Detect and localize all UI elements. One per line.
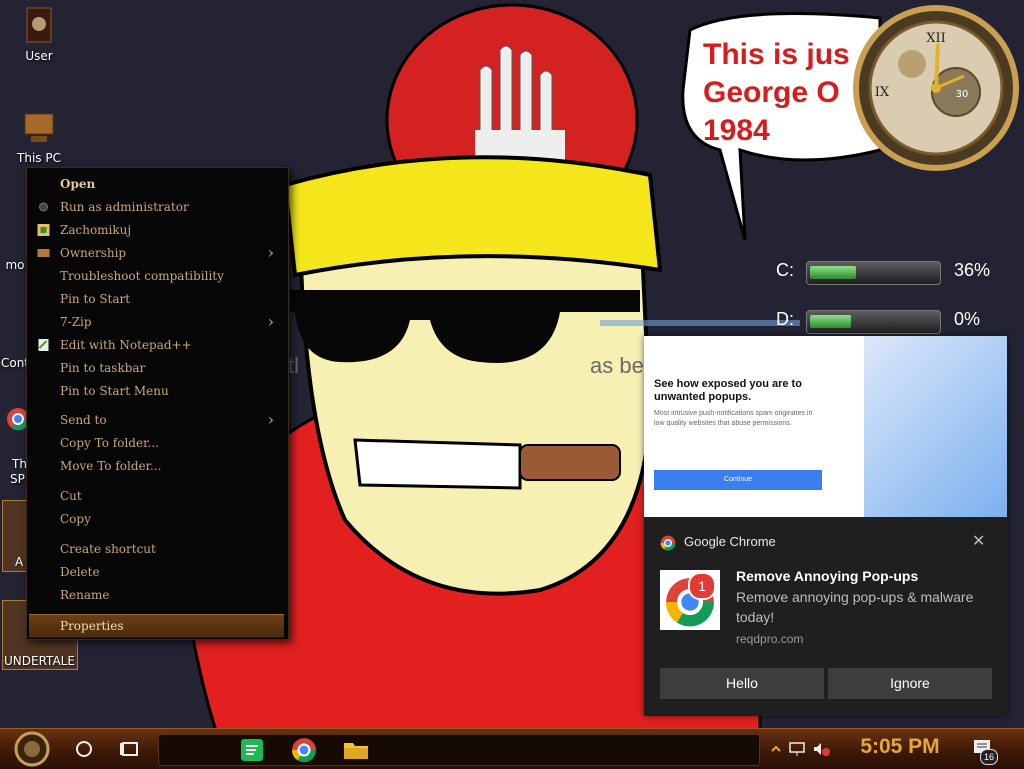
network-icon[interactable] (789, 741, 807, 757)
notification-app-name: Google Chrome (684, 534, 776, 549)
desktop-icon-label: This PC (17, 151, 61, 165)
desktop-icon-label: Th (12, 457, 27, 471)
promo-text: Most intrusive push-notifications spam o… (654, 410, 813, 427)
desktop-icon-label: SP (10, 472, 25, 486)
drive-label: C: (776, 260, 794, 280)
notepad-icon (38, 339, 49, 351)
speech-line-3: 1984 (703, 114, 770, 147)
notification-body: Remove annoying pop-ups & malware today! (736, 589, 974, 625)
search-circle-icon[interactable] (74, 739, 94, 759)
desktop-icon-a[interactable]: A (2, 500, 28, 572)
notification-source: reqdpro.com (736, 632, 804, 646)
notification-count-badge: 16 (980, 749, 998, 765)
clock-numeral-top: XII (926, 31, 946, 46)
drive-percent: 0% (954, 309, 981, 329)
notification-promo-image: See how exposed you are to unwanted popu… (644, 336, 1007, 517)
shield-icon (39, 202, 48, 212)
volume-muted-icon[interactable] (812, 741, 830, 757)
chrome-icon[interactable] (291, 737, 317, 763)
menu-item-create-shortcut[interactable]: Create shortcut (27, 538, 286, 560)
taskbar-clock[interactable]: 5:05 PM (840, 735, 960, 761)
menu-item-move-to-folder[interactable]: Move To folder... (27, 455, 286, 477)
menu-item-delete[interactable]: Delete (27, 561, 286, 583)
menu-item-run-as-administrator[interactable]: Run as administrator (27, 196, 286, 218)
file-explorer-icon[interactable] (343, 739, 369, 761)
menu-item-open[interactable]: Open (27, 173, 286, 195)
chevron-right-icon: › (267, 243, 274, 262)
steampunk-clock-widget: XII IX 30 (853, 5, 1019, 171)
spotify-icon[interactable] (241, 739, 263, 761)
promo-illustration (864, 336, 1007, 517)
notification-title: Remove Annoying Pop-ups (736, 568, 919, 584)
clock-sub-dial: 30 (956, 89, 969, 100)
notification-badge: 1 (688, 572, 716, 600)
drive-meter-d: D: 0% (740, 305, 1024, 337)
chrome-notification[interactable]: See how exposed you are to unwanted popu… (644, 336, 1007, 716)
drive-meter-c: C: 36% (740, 256, 1024, 288)
speech-line-2: George O (703, 76, 840, 109)
desktop-icon-this-pc[interactable]: This PC (9, 108, 69, 165)
tray-chevron-icon[interactable] (770, 743, 782, 755)
partial-text-left: tl (288, 353, 299, 378)
desktop-icon-user[interactable]: User (9, 6, 69, 63)
menu-item-send-to[interactable]: Send to › (27, 409, 286, 431)
close-icon[interactable]: ✕ (972, 531, 985, 550)
menu-item-copy-to-folder[interactable]: Copy To folder... (27, 432, 286, 454)
menu-item-ownership[interactable]: Ownership › (27, 242, 286, 264)
menu-item-cut[interactable]: Cut (27, 485, 286, 507)
desktop-icon-label: mo (5, 258, 25, 272)
drive-percent: 36% (954, 260, 991, 280)
clock-numeral-left: IX (875, 85, 890, 100)
menu-item-pin-to-taskbar[interactable]: Pin to taskbar (27, 357, 286, 379)
promo-heading: See how exposed you are to unwanted popu… (654, 378, 802, 403)
menu-item-properties[interactable]: Properties (29, 614, 284, 638)
context-menu: Open Run as administrator Zachomikuj Own… (26, 167, 289, 640)
menu-item-copy[interactable]: Copy (27, 508, 286, 530)
taskbar-app-area (158, 734, 760, 766)
drive-label: D: (776, 309, 794, 329)
drive-usage-fill (810, 315, 851, 328)
chrome-icon (660, 535, 676, 551)
desktop-icon-label: A (15, 555, 24, 569)
drive-usage-bar (806, 310, 941, 334)
drive-usage-bar (806, 261, 941, 285)
menu-item-pin-to-start[interactable]: Pin to Start (27, 288, 286, 310)
computer-icon (24, 113, 54, 142)
menu-item-7zip[interactable]: 7-Zip › (27, 311, 286, 333)
start-button[interactable] (10, 731, 54, 767)
user-folder-icon (26, 7, 52, 43)
chevron-right-icon: › (267, 410, 274, 429)
notification-image: 1 (660, 570, 720, 630)
desktop-icon-label: UNDERTALE (4, 654, 75, 668)
menu-item-rename[interactable]: Rename (27, 584, 286, 606)
speech-line-1: This is jus (703, 38, 850, 71)
menu-item-pin-to-start-menu[interactable]: Pin to Start Menu (27, 380, 286, 402)
promo-continue-button: Continue (654, 470, 822, 490)
hello-button[interactable]: Hello (660, 668, 824, 699)
chevron-right-icon: › (267, 312, 274, 331)
hamster-icon (37, 224, 50, 236)
menu-item-zachomikuj[interactable]: Zachomikuj (27, 219, 286, 241)
menu-item-edit-with-notepad[interactable]: Edit with Notepad++ (27, 334, 286, 356)
desktop-icon-label: Cont (0, 356, 30, 370)
partial-text-right: as be (590, 353, 644, 378)
menu-item-troubleshoot-compatibility[interactable]: Troubleshoot compatibility (27, 265, 286, 287)
ignore-button[interactable]: Ignore (828, 668, 992, 699)
ownership-icon (37, 249, 50, 257)
drive-usage-fill (810, 266, 856, 279)
task-view-icon[interactable] (120, 739, 140, 759)
desktop-icon-label: User (25, 49, 53, 63)
